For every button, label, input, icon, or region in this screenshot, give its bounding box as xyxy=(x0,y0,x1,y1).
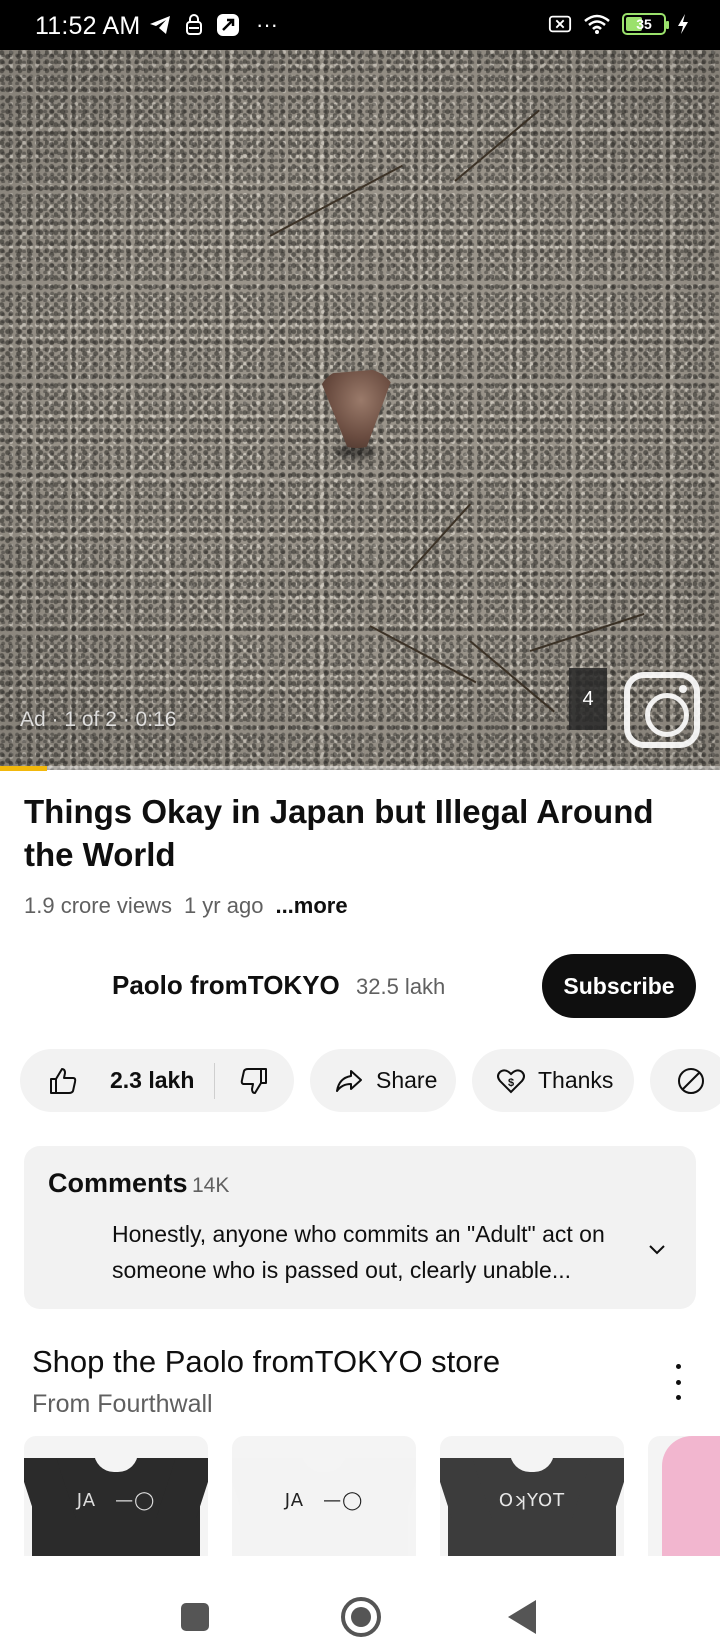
video-meta[interactable]: 1.9 crore views 1 yr ago ...more xyxy=(24,893,348,919)
home-button[interactable] xyxy=(341,1597,381,1637)
back-button[interactable] xyxy=(508,1600,536,1634)
channel-name[interactable]: Paolo fromTOKYO xyxy=(112,970,340,1001)
progress-track[interactable] xyxy=(0,766,720,771)
kebab-menu-icon[interactable] xyxy=(664,1364,692,1400)
share-icon xyxy=(334,1066,364,1096)
product-card[interactable]: JA —◯ xyxy=(232,1436,416,1556)
product-card[interactable]: OʞYOT xyxy=(440,1436,624,1556)
battery-level: 35 xyxy=(636,16,652,32)
svg-text:$: $ xyxy=(508,1077,514,1089)
recents-button[interactable] xyxy=(181,1603,209,1631)
upload-age: 1 yr ago xyxy=(183,893,264,918)
more-link[interactable]: ...more xyxy=(275,893,347,919)
action-row: 2.3 lakh Share $ Thanks xyxy=(20,1049,720,1112)
status-right-icons: 35 xyxy=(548,12,690,36)
subscribe-button[interactable]: Subscribe xyxy=(542,954,696,1018)
system-nav-bar xyxy=(0,1556,720,1650)
more-dots-icon: ··· xyxy=(256,12,278,37)
comments-card[interactable]: Comments 14K Honestly, anyone who commit… xyxy=(24,1146,696,1309)
like-dislike-pill: 2.3 lakh xyxy=(20,1049,294,1112)
comments-count: 14K xyxy=(192,1174,230,1197)
video-player[interactable]: Ad · 1 of 2 · 0:16 4 xyxy=(0,50,720,770)
thanks-heart-icon: $ xyxy=(496,1066,526,1096)
view-count: 1.9 crore views xyxy=(24,893,172,918)
status-bar: 11:52 AM ··· 35 xyxy=(0,0,720,50)
vpn-icon xyxy=(182,13,206,37)
app-icon xyxy=(216,13,240,37)
top-comment: Honestly, anyone who commits an "Adult" … xyxy=(112,1221,605,1283)
divider xyxy=(214,1062,216,1099)
charging-icon xyxy=(676,12,690,36)
tshirt-image: JA —◯ xyxy=(240,1452,408,1556)
skip-countdown: 4 xyxy=(569,668,607,730)
video-title[interactable]: Things Okay in Japan but Illegal Around … xyxy=(24,790,704,876)
chevron-down-icon[interactable] xyxy=(644,1236,670,1262)
status-left-icons: ··· xyxy=(148,12,284,37)
dislike-icon[interactable] xyxy=(239,1066,269,1096)
shirt-print: OʞYOT xyxy=(498,1490,566,1511)
shirt-print: JA —◯ xyxy=(284,1490,364,1511)
share-label: Share xyxy=(376,1067,438,1093)
tshirt-image: OʞYOT xyxy=(448,1452,616,1556)
battery-icon: 35 xyxy=(622,13,669,35)
tshirt-image: JA —◯ xyxy=(32,1452,200,1556)
progress-fill xyxy=(0,766,47,771)
no-sim-icon xyxy=(548,12,572,36)
product-card[interactable] xyxy=(648,1436,720,1556)
subscriber-count: 32.5 lakh xyxy=(356,974,446,999)
like-count[interactable]: 2.3 lakh xyxy=(110,1067,194,1094)
store-title: Shop the Paolo fromTOKYO store xyxy=(32,1344,501,1379)
block-icon xyxy=(676,1066,706,1096)
thanks-button[interactable]: $ Thanks xyxy=(472,1049,634,1112)
wifi-icon xyxy=(582,12,612,36)
shirt-print: JA —◯ xyxy=(76,1490,156,1511)
block-button[interactable] xyxy=(650,1049,720,1112)
product-card[interactable]: JA —◯ xyxy=(24,1436,208,1556)
sweatshirt-image xyxy=(662,1436,720,1556)
product-carousel: JA —◯ JA —◯ OʞYOT xyxy=(24,1436,720,1556)
share-button[interactable]: Share xyxy=(310,1049,456,1112)
thanks-label: Thanks xyxy=(538,1067,614,1093)
like-icon[interactable] xyxy=(48,1066,78,1096)
ad-label: Ad · 1 of 2 · 0:16 xyxy=(20,708,177,731)
instagram-icon[interactable] xyxy=(624,672,700,748)
comments-heading: Comments xyxy=(48,1168,188,1198)
telegram-icon xyxy=(148,13,172,37)
status-time: 11:52 AM xyxy=(35,12,141,40)
store-subtitle: From Fourthwall xyxy=(32,1390,213,1418)
